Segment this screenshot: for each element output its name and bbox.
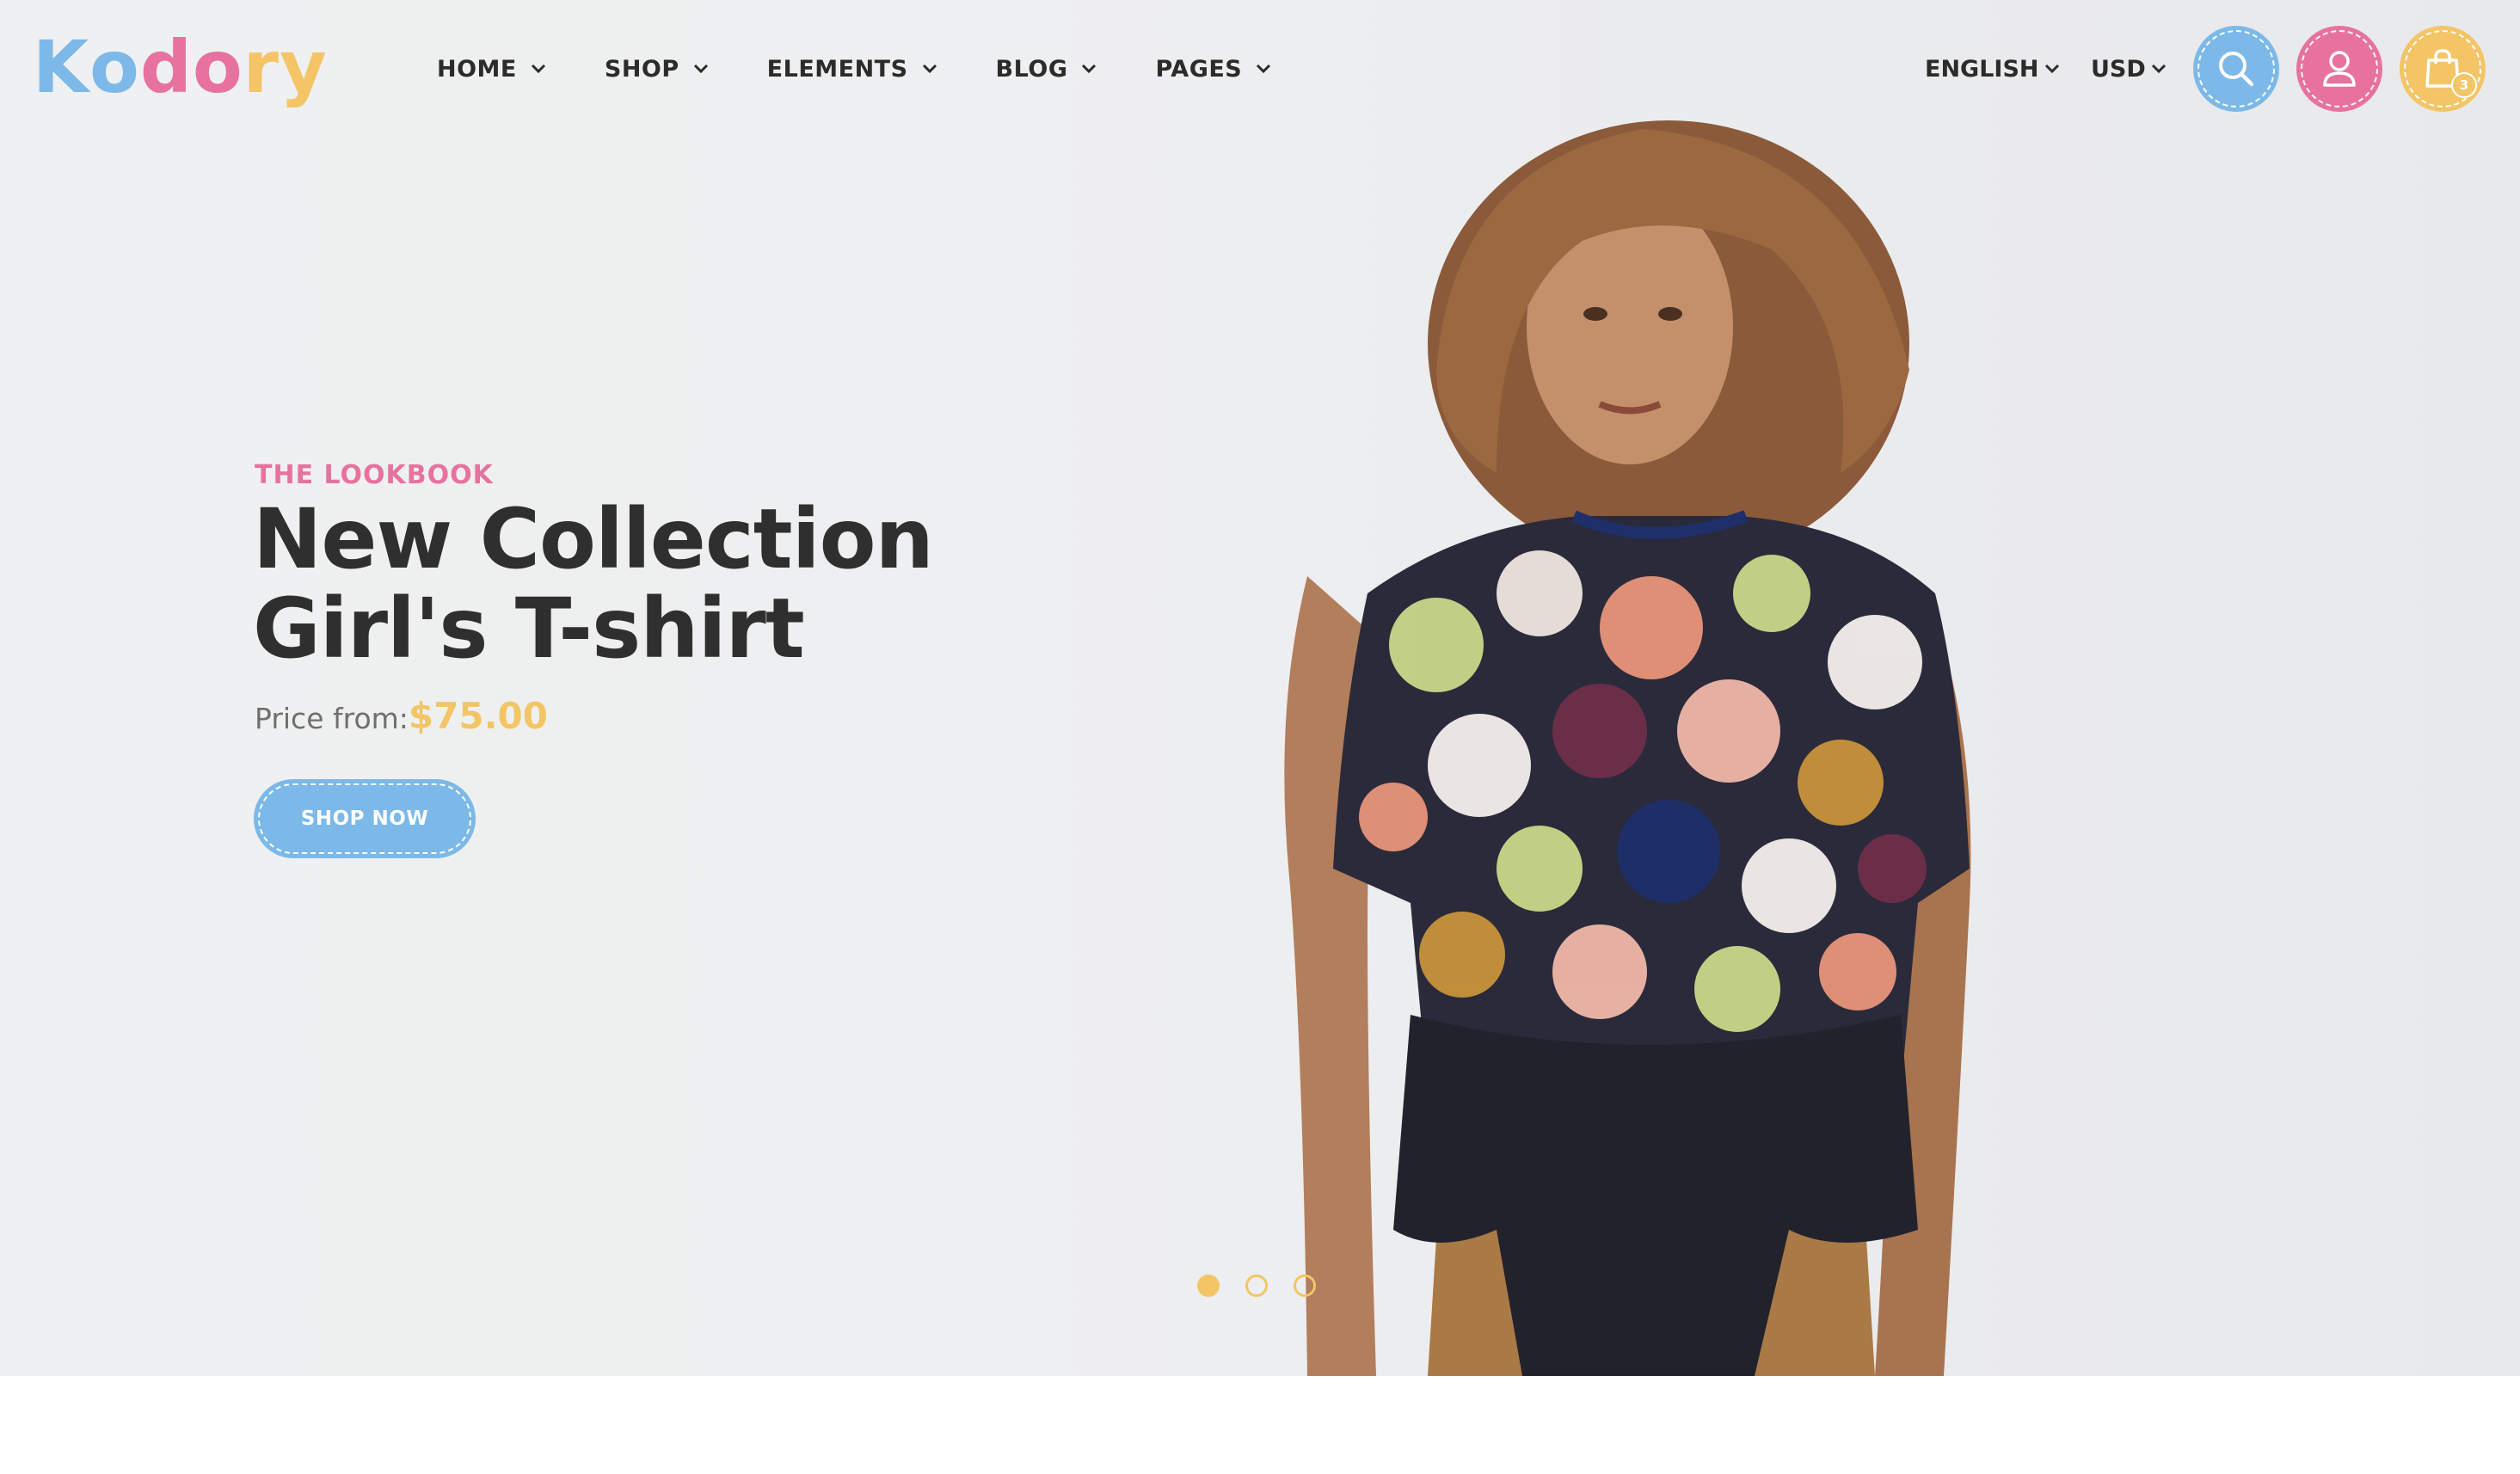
hero-price: Price from:$75.00 bbox=[255, 695, 548, 737]
price-value: $75.00 bbox=[408, 695, 548, 737]
slider-dot-2[interactable] bbox=[1245, 1274, 1268, 1297]
user-icon bbox=[2320, 49, 2359, 89]
chevron-down-icon bbox=[2044, 64, 2060, 74]
hero-title-line-2: Girl's T-shirt bbox=[253, 580, 805, 677]
hero-title-line-1: New Collection bbox=[253, 491, 934, 587]
currency-label: USD bbox=[2091, 55, 2146, 83]
hero-slider: Kodory HOME SHOP ELEMENTS BLOG PAGES ENG… bbox=[0, 0, 2520, 1376]
nav-item-label: ELEMENTS bbox=[766, 55, 908, 83]
nav-item-blog[interactable]: BLOG bbox=[996, 56, 1097, 83]
slider-dot-3[interactable] bbox=[1294, 1274, 1316, 1297]
logo-letter: y bbox=[280, 25, 328, 109]
slider-pagination bbox=[1197, 1274, 1342, 1297]
account-button[interactable] bbox=[2296, 26, 2382, 112]
nav-item-home[interactable]: HOME bbox=[437, 56, 546, 83]
brand-logo[interactable]: Kodory bbox=[33, 24, 328, 110]
main-nav: HOME SHOP ELEMENTS BLOG PAGES bbox=[437, 47, 1330, 90]
language-selector[interactable]: ENGLISH bbox=[1925, 47, 2060, 90]
shop-now-button[interactable]: SHOP NOW bbox=[254, 779, 476, 858]
nav-item-pages[interactable]: PAGES bbox=[1155, 56, 1271, 83]
nav-item-label: PAGES bbox=[1155, 55, 1243, 83]
language-label: ENGLISH bbox=[1925, 55, 2039, 83]
nav-item-label: HOME bbox=[437, 55, 517, 83]
nav-item-label: BLOG bbox=[995, 55, 1068, 83]
search-button[interactable] bbox=[2193, 26, 2279, 112]
nav-item-shop[interactable]: SHOP bbox=[605, 56, 709, 83]
price-label: Price from: bbox=[255, 702, 409, 735]
chevron-down-icon bbox=[1256, 64, 1271, 74]
chevron-down-icon bbox=[693, 64, 709, 74]
chevron-down-icon bbox=[922, 64, 937, 74]
cart-count-badge: 3 bbox=[2451, 72, 2477, 98]
logo-letter: o bbox=[192, 25, 243, 109]
cart-button[interactable]: 3 bbox=[2400, 26, 2486, 112]
currency-selector[interactable]: USD bbox=[2091, 47, 2167, 90]
nav-item-elements[interactable]: ELEMENTS bbox=[767, 56, 937, 83]
content-area bbox=[0, 1376, 2520, 1474]
search-icon bbox=[2216, 49, 2256, 89]
slider-dot-1[interactable] bbox=[1197, 1274, 1220, 1297]
chevron-down-icon bbox=[531, 64, 546, 74]
chevron-down-icon bbox=[2151, 64, 2167, 74]
logo-letter: d bbox=[139, 25, 193, 109]
hero-eyebrow: THE LOOKBOOK bbox=[255, 460, 494, 490]
shop-now-label: SHOP NOW bbox=[300, 808, 429, 830]
nav-item-label: SHOP bbox=[604, 55, 679, 83]
logo-letter: r bbox=[243, 25, 280, 109]
hero-title: New Collection Girl's T-shirt bbox=[253, 491, 934, 677]
logo-letter: o bbox=[89, 25, 140, 109]
hero-model-image bbox=[1284, 120, 1971, 1376]
logo-letter: K bbox=[33, 25, 90, 109]
chevron-down-icon bbox=[1081, 64, 1097, 74]
